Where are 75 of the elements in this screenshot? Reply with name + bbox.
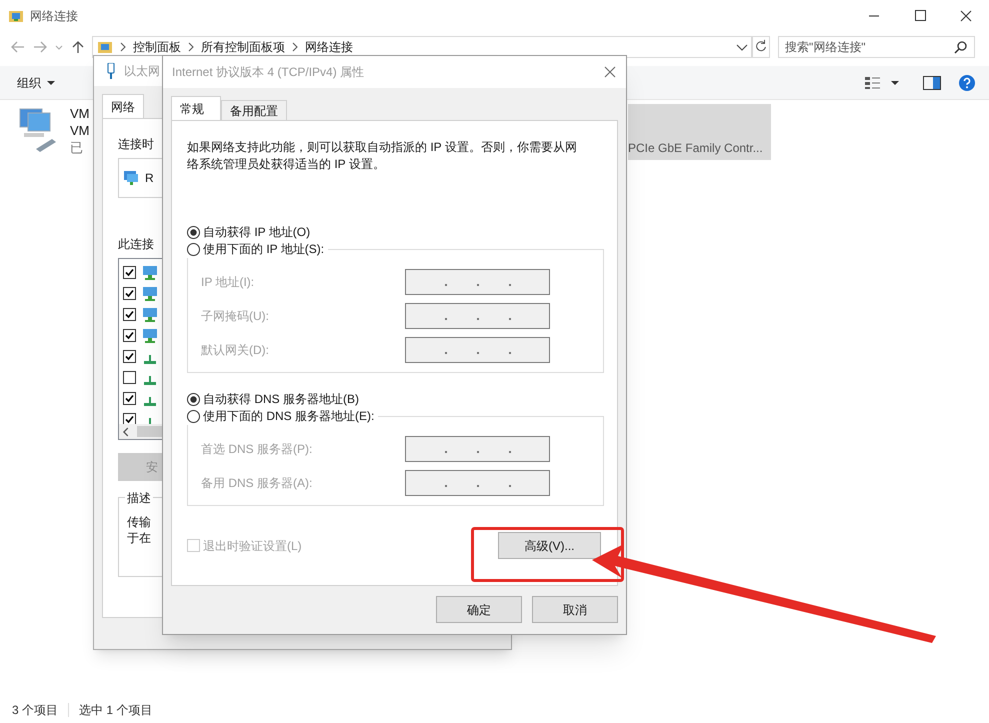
radio-button[interactable] bbox=[187, 392, 200, 406]
checkbox[interactable] bbox=[123, 350, 136, 363]
field-label: 备用 DNS 服务器(A): bbox=[201, 475, 314, 492]
monitor-network-icon bbox=[142, 286, 158, 302]
breadcrumb-item[interactable]: 网络连接 bbox=[305, 38, 353, 56]
checkbox[interactable] bbox=[123, 308, 136, 321]
breadcrumb-item[interactable]: 控制面板 bbox=[133, 38, 181, 56]
help-icon[interactable] bbox=[959, 74, 975, 90]
intro-text: 如果网络支持此功能，则可以获取自动指派的 IP 设置。否则，你需要从网络系统管理员处获得适当的 IP 设置。 bbox=[187, 139, 578, 173]
field-label: 默认网关(D): bbox=[201, 342, 270, 359]
horizontal-scrollbar[interactable] bbox=[119, 424, 162, 439]
group-title: 描述 bbox=[125, 489, 153, 507]
network-item[interactable]: PCIe GbE Family Contr... bbox=[628, 104, 771, 160]
view-options-icon[interactable] bbox=[865, 76, 881, 90]
option-label[interactable]: 使用下面的 DNS 服务器地址(E): bbox=[203, 407, 374, 425]
checkbox[interactable] bbox=[123, 266, 136, 279]
network-protocol-icon bbox=[144, 376, 156, 384]
option-label[interactable]: 自动获得 DNS 服务器地址(B) bbox=[203, 390, 359, 408]
item-label: VM bbox=[70, 122, 90, 139]
tab[interactable]: 备用配置 bbox=[221, 100, 287, 120]
refresh-icon[interactable] bbox=[752, 36, 770, 58]
search-field[interactable]: 搜索"网络连接" bbox=[778, 36, 975, 58]
chevron-icon bbox=[291, 42, 299, 52]
caret-icon bbox=[47, 78, 55, 86]
status-text: 3 个项目 bbox=[12, 702, 58, 719]
tab[interactable]: 常规 bbox=[171, 96, 221, 120]
dialog-button[interactable]: 确定 bbox=[436, 596, 522, 623]
monitor-network-icon bbox=[142, 306, 158, 322]
network-adapter-icon bbox=[123, 170, 139, 186]
close-icon[interactable] bbox=[604, 66, 616, 78]
monitor-network-icon bbox=[142, 328, 158, 344]
radio-button[interactable] bbox=[187, 410, 200, 422]
description-text: 于在 bbox=[127, 530, 151, 546]
tab[interactable]: 网络 bbox=[102, 94, 144, 118]
preview-pane-icon[interactable] bbox=[923, 76, 941, 90]
status-text: 选中 1 个项目 bbox=[79, 702, 152, 719]
monitor-network-icon bbox=[142, 264, 158, 280]
chevron-icon bbox=[187, 42, 195, 52]
advanced-button[interactable]: 高级(V)... bbox=[498, 532, 601, 559]
option-label[interactable]: 使用下面的 IP 地址(S): bbox=[203, 240, 324, 258]
network-protocol-icon bbox=[144, 396, 156, 406]
item-label: VM bbox=[70, 105, 90, 122]
option-label[interactable]: 自动获得 IP 地址(O) bbox=[203, 223, 310, 241]
scrollbar-thumb[interactable] bbox=[136, 426, 162, 437]
description-text: 传输 bbox=[127, 514, 151, 530]
dialog-title: Internet 协议版本 4 (TCP/IPv4) 属性 bbox=[172, 64, 364, 81]
section-label: 此连接 bbox=[118, 236, 154, 251]
checkbox[interactable] bbox=[123, 287, 136, 300]
radio-button[interactable] bbox=[187, 226, 200, 238]
organize-button[interactable]: 组织 bbox=[17, 74, 55, 92]
network-protocol-icon bbox=[144, 354, 156, 364]
dialog-button[interactable]: 取消 bbox=[532, 596, 618, 623]
checkbox[interactable] bbox=[123, 371, 136, 384]
network-item[interactable]: VM VM 已 bbox=[14, 103, 92, 161]
breadcrumb-item[interactable]: 所有控制面板项 bbox=[201, 38, 285, 56]
item-label: 已 bbox=[70, 139, 84, 156]
checkbox[interactable] bbox=[123, 413, 136, 426]
field-label: 子网掩码(U): bbox=[201, 308, 270, 325]
ethernet-plug-icon bbox=[106, 63, 116, 79]
dialog-title: 以太网 bbox=[124, 63, 160, 80]
search-icon bbox=[954, 40, 968, 54]
checkbox[interactable] bbox=[123, 392, 136, 405]
radio-button[interactable] bbox=[187, 242, 200, 256]
field-label: 首选 DNS 服务器(P): bbox=[201, 441, 314, 458]
field-label: IP 地址(I): bbox=[201, 274, 256, 291]
adapter-name: R bbox=[145, 170, 154, 187]
item-label: PCIe GbE Family Contr... bbox=[628, 140, 763, 157]
caret-icon[interactable] bbox=[891, 78, 899, 86]
section-label: 连接时 bbox=[118, 136, 154, 151]
up-icon[interactable] bbox=[70, 39, 86, 55]
window-title: 网络连接 bbox=[30, 8, 78, 25]
folder-network-icon bbox=[97, 39, 113, 55]
chevron-icon bbox=[119, 42, 127, 52]
folder-network-icon bbox=[8, 8, 24, 24]
checkbox[interactable] bbox=[123, 329, 136, 342]
